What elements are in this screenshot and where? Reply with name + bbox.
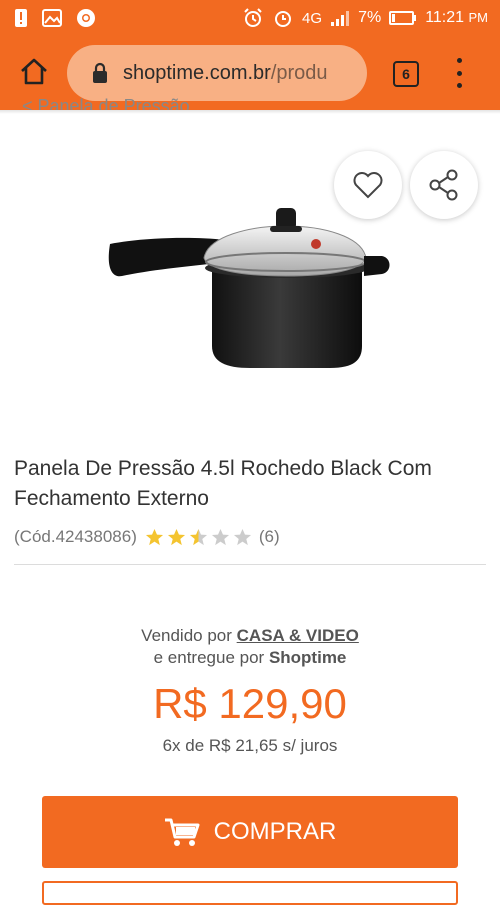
status-bar: 4G 7% 11:21 PM	[0, 0, 500, 36]
alarm-icon	[272, 8, 294, 28]
product-code: (Cód.42438086)	[14, 527, 137, 546]
star-icon	[145, 528, 163, 545]
rating-stars[interactable]	[145, 528, 255, 547]
signal-icon	[330, 10, 350, 26]
share-button[interactable]	[410, 151, 478, 219]
review-count[interactable]: (6)	[259, 527, 280, 547]
alarm-clock-icon	[242, 8, 264, 28]
image-icon	[42, 9, 62, 27]
home-button[interactable]	[18, 56, 50, 88]
star-icon	[233, 528, 251, 545]
home-icon	[21, 58, 47, 85]
seller-link[interactable]: CASA & VIDEO	[237, 626, 359, 645]
overflow-menu-button[interactable]	[452, 58, 466, 88]
chrome-icon	[76, 8, 96, 28]
buy-button-label: COMPRAR	[213, 818, 337, 845]
url-bar[interactable]: shoptime.com.br/produ	[67, 45, 367, 101]
secondary-button[interactable]	[42, 881, 458, 905]
star-icon	[189, 528, 207, 545]
heart-icon	[353, 172, 383, 199]
star-icon	[167, 528, 185, 545]
url-text: shoptime.com.br/produ	[123, 61, 328, 84]
product-image[interactable]	[100, 196, 400, 376]
battery-percent: 7%	[358, 9, 382, 26]
network-type: 4G	[302, 9, 323, 27]
lock-icon	[91, 62, 111, 84]
tab-switcher-button[interactable]: 6	[393, 61, 419, 87]
delivery-name: Shoptime	[268, 648, 347, 667]
product-price: R$ 129,90	[153, 680, 347, 727]
product-meta: (Cód.42438086) (6)	[14, 527, 280, 547]
star-icon	[211, 528, 229, 545]
product-title: Panela De Pressão 4.5l Rochedo Black Com…	[14, 457, 432, 510]
battery-icon	[389, 10, 417, 26]
seller-info: Vendido por CASA & VIDEO e entregue por …	[141, 626, 359, 667]
share-icon	[429, 169, 458, 201]
installments: 6x de R$ 21,65 s/ juros	[162, 736, 338, 755]
divider	[14, 564, 486, 565]
clock: 11:21 PM	[425, 9, 488, 26]
buy-button[interactable]: COMPRAR	[42, 796, 458, 868]
cart-icon	[164, 818, 200, 846]
alert-icon	[14, 8, 28, 28]
